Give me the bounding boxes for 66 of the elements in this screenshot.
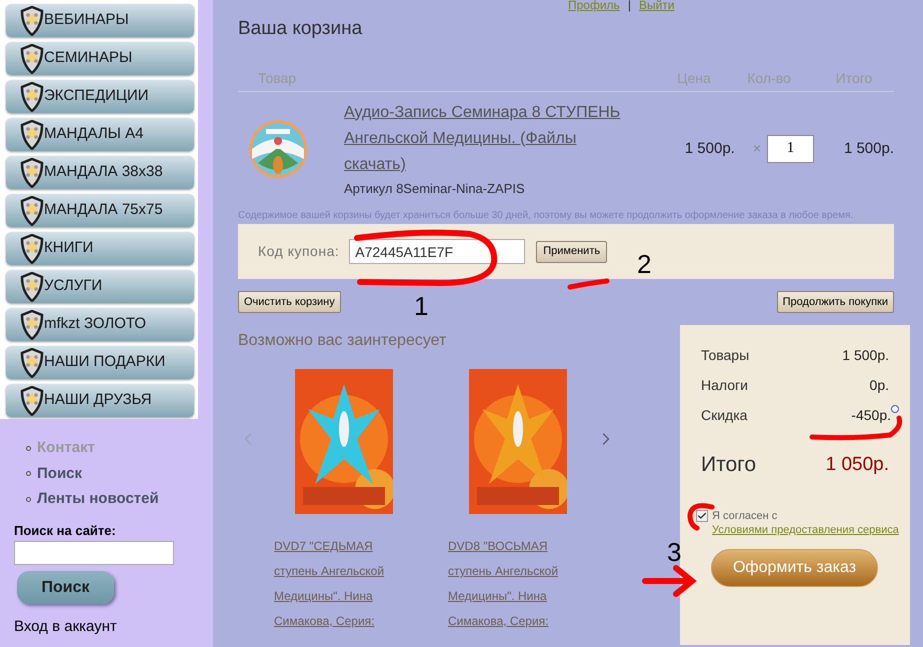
- bullet-icon: [26, 471, 31, 476]
- link-separator: |: [628, 0, 631, 12]
- section-title: Возможно вас заинтересует: [238, 331, 448, 351]
- search-field[interactable]: [14, 541, 174, 565]
- column-header: Товар: [258, 68, 298, 88]
- column-header: Кол-во: [746, 68, 792, 88]
- agree-text: Я согласен с: [712, 508, 778, 522]
- menu-button[interactable]: КНИГИ: [6, 232, 194, 265]
- annotation-number: 1: [414, 290, 428, 323]
- shield-icon: [20, 158, 44, 188]
- product-total: 1 500р.: [842, 138, 894, 158]
- bullet-icon: [26, 446, 31, 451]
- summary-value: 0р.: [870, 376, 889, 395]
- shield-icon: [20, 348, 44, 378]
- menu-button[interactable]: СЕМИНАРЫ: [6, 42, 194, 75]
- summary-label: Налоги: [701, 376, 748, 395]
- hook-stroke: [688, 503, 714, 530]
- total-label: Итого: [701, 452, 756, 478]
- search-label: Поиск на сайте:: [14, 522, 117, 540]
- shield-icon: [20, 310, 44, 340]
- menu-button[interactable]: mfkzt ЗОЛОТО: [6, 308, 194, 341]
- column-header: Итого: [834, 68, 874, 88]
- menu-button[interactable]: ЭКСПЕДИЦИИ: [6, 80, 194, 113]
- summary-value: -450р.: [851, 406, 891, 425]
- coupon-label: Код купона:: [258, 242, 340, 261]
- shield-icon: [20, 120, 44, 150]
- menu-button[interactable]: НАШИ ПОДАРКИ: [6, 346, 194, 379]
- menu-button[interactable]: ВЕБИНАРЫ: [6, 4, 194, 37]
- shield-icon: [20, 234, 44, 264]
- underline-stroke: [568, 278, 610, 290]
- quantity-field[interactable]: 1: [767, 134, 814, 163]
- total-value: 1 050р.: [826, 452, 889, 476]
- agree-checkbox[interactable]: [696, 510, 708, 522]
- times-sign: ×: [752, 139, 761, 158]
- arrow-stroke: [642, 565, 697, 597]
- menu-button[interactable]: МАНДАЛА 38x38: [6, 156, 194, 189]
- shield-icon: [20, 272, 44, 302]
- login-link[interactable]: Вход в аккаунт: [14, 616, 213, 638]
- menu-button[interactable]: УСЛУГИ: [6, 270, 194, 303]
- summary-label: Товары: [701, 346, 750, 365]
- summary-value: 1 500р.: [842, 346, 889, 365]
- product-sku: Артикул 8Seminar-Nina-ZAPIS: [344, 180, 526, 198]
- coupon-field[interactable]: A72445A11E7F: [349, 239, 526, 264]
- menu-button[interactable]: МАНДАЛЫ А4: [6, 118, 194, 151]
- menu-button[interactable]: МАНДАЛА 75x75: [6, 194, 194, 227]
- product-link[interactable]: Аудио-Запись Семинара 8 СТУПЕНЬ Ангельской Медицины. (Файлы скачать): [344, 100, 629, 178]
- sidebar-link[interactable]: Поиск: [37, 462, 82, 485]
- cart-title: Ваша корзина: [238, 17, 364, 41]
- annotation-number: 2: [637, 248, 652, 281]
- search-button[interactable]: Поиск: [17, 571, 114, 604]
- shield-icon: [20, 196, 44, 226]
- help-icon[interactable]: [891, 405, 899, 413]
- shield-icon: [20, 6, 44, 36]
- shield-icon: [20, 386, 44, 416]
- summary-label: Скидка: [701, 406, 748, 425]
- bullet-icon: [26, 496, 31, 502]
- menu-button[interactable]: НАШИ ДРУЗЬЯ: [6, 384, 194, 417]
- shield-icon: [20, 44, 44, 74]
- product-price: 1 500р.: [684, 138, 736, 158]
- apply-button[interactable]: Применить: [536, 240, 608, 262]
- clear-cart-button[interactable]: Очистить корзину: [238, 291, 341, 313]
- sidebar-link[interactable]: Ленты новостей: [37, 488, 159, 510]
- annotation-number: 3: [667, 536, 682, 569]
- shield-icon: [20, 82, 44, 112]
- continue-shopping-button[interactable]: Продолжить покупки: [776, 291, 894, 313]
- column-header: Цена: [676, 68, 712, 88]
